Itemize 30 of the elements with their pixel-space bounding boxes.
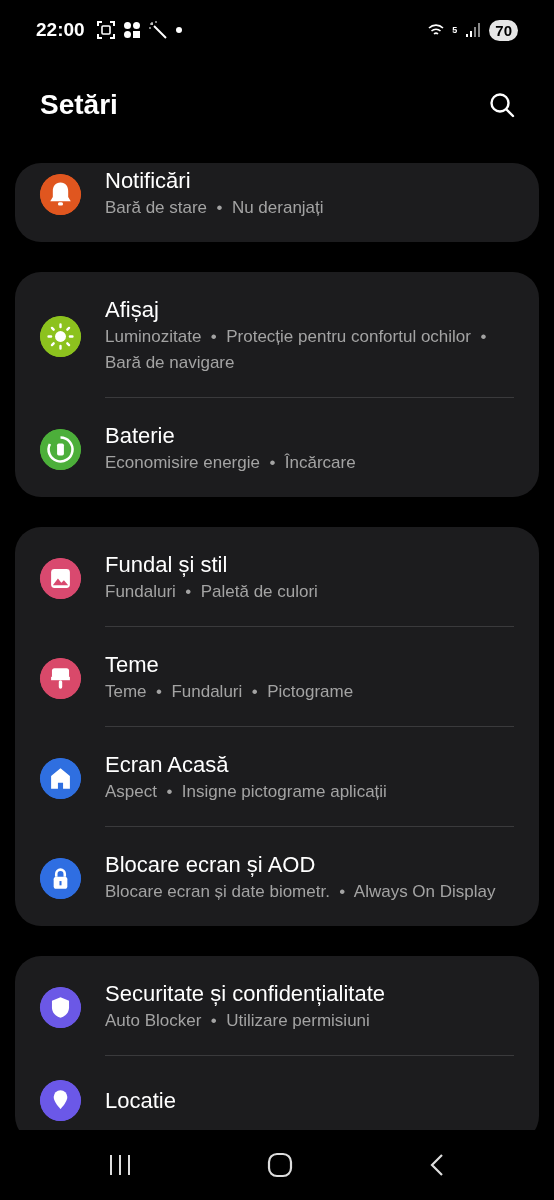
network-label: 5 [452, 25, 458, 35]
setting-title[interactable]: Teme [105, 651, 515, 679]
setting-subtitle: Aspect • Insigne pictograme aplicații [105, 781, 388, 803]
setting-subtitle: Blocare ecran și date biometr. • Always On Display [105, 881, 497, 903]
setting-title[interactable]: Baterie [105, 422, 515, 450]
clock: 22:00 [36, 19, 85, 41]
setting-title[interactable]: Securitate și confidențialitate [105, 980, 515, 1008]
battery-level: 70 [489, 19, 518, 41]
setting-title[interactable]: Afișaj [105, 296, 515, 324]
screenshot-icon [96, 21, 115, 39]
setting-subtitle: Luminozitate • Protecție pentru confortul ochilor • Bară de navigare [105, 326, 488, 374]
setting-subtitle: Economisire energie • Încărcare [105, 452, 357, 474]
apps-icon [122, 21, 141, 39]
setting-title[interactable]: Fundal și stil [105, 551, 515, 579]
home-icon[interactable] [267, 1152, 293, 1178]
signal-icon [465, 22, 482, 38]
setting-title[interactable]: Locatie [105, 1086, 515, 1115]
page-title: Setări [40, 89, 118, 121]
search-icon[interactable] [488, 91, 516, 119]
wifi-icon [428, 23, 445, 37]
setting-title[interactable]: Blocare ecran și AOD [105, 851, 515, 879]
setting-title[interactable]: Ecran Acasă [105, 751, 515, 779]
setting-subtitle: Fundaluri • Paletă de culori [105, 581, 319, 603]
setting-subtitle: Bară de stare • Nu deranjați [105, 197, 325, 219]
setting-title[interactable]: Notificări [105, 167, 515, 195]
dot-icon [174, 26, 183, 34]
setting-subtitle: Teme • Fundaluri • Pictograme [105, 681, 355, 703]
setting-subtitle: Auto Blocker • Utilizare permisiuni [105, 1010, 371, 1032]
recent-apps-icon[interactable] [107, 1154, 132, 1176]
magic-wand-icon [148, 21, 167, 39]
